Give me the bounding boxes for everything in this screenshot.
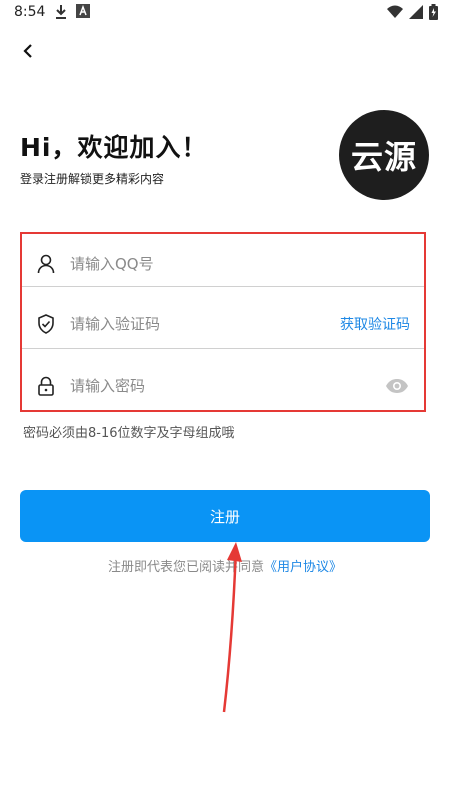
register-button[interactable]: 注册 <box>20 490 430 542</box>
battery-icon <box>429 4 438 24</box>
signal-icon <box>409 5 423 23</box>
status-bar: 8:54 <box>0 0 450 26</box>
logo-text: 云源 <box>350 138 417 176</box>
lock-icon <box>36 376 56 396</box>
get-verification-code-button[interactable]: 获取验证码 <box>340 314 410 334</box>
user-agreement-link[interactable]: 《用户协议》 <box>264 560 342 575</box>
divider <box>22 286 424 287</box>
user-icon <box>36 254 56 274</box>
status-time: 8:54 <box>14 4 46 20</box>
verification-code-field: 获取验证码 <box>22 294 424 354</box>
password-input[interactable] <box>68 370 332 402</box>
qq-field <box>22 234 424 294</box>
divider <box>22 348 424 349</box>
page-subtitle: 登录注册解锁更多精彩内容 <box>20 172 165 186</box>
chevron-left-icon <box>22 43 34 62</box>
agreement-text: 注册即代表您已阅读并同意《用户协议》 <box>0 556 450 575</box>
shield-check-icon <box>36 314 56 334</box>
a-notification-icon <box>76 4 90 24</box>
page-title: Hi，欢迎加入！ <box>20 133 208 162</box>
status-right-icons <box>387 4 438 24</box>
eye-icon[interactable] <box>384 376 410 396</box>
download-icon <box>54 4 68 24</box>
password-field <box>22 356 424 416</box>
agreement-prefix: 注册即代表您已阅读并同意 <box>107 560 264 575</box>
app-logo: 云源 <box>339 110 429 200</box>
password-hint: 密码必须由8-16位数字及字母组成哦 <box>23 426 235 441</box>
status-left-icons <box>54 4 90 24</box>
qq-input[interactable] <box>68 248 332 280</box>
back-button[interactable] <box>16 40 40 64</box>
wifi-icon <box>387 5 403 23</box>
registration-form: 获取验证码 <box>20 232 426 412</box>
verification-code-input[interactable] <box>68 308 332 340</box>
